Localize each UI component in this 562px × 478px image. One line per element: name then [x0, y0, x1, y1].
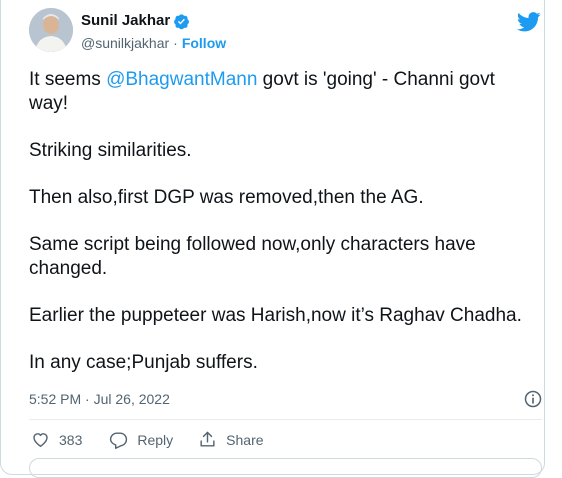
tweet-paragraph: Earlier the puppeteer was Harish,now it’…	[29, 305, 522, 326]
tweet-card: Sunil Jakhar @sunilkjakhar · Follow It see…	[0, 0, 545, 478]
tweet-paragraph: Then also,first DGP was removed,then the…	[29, 187, 424, 208]
share-label: Share	[226, 431, 264, 448]
text-prefix: It seems	[29, 69, 107, 90]
share-icon	[200, 431, 215, 447]
verified-badge-icon	[174, 14, 189, 30]
author-name[interactable]: Sunil Jakhar	[81, 12, 170, 29]
action-bar: 383 Reply Share	[31, 430, 264, 449]
author-handle[interactable]: @sunilkjakhar	[81, 35, 169, 51]
tweet-paragraph: Striking similarities.	[29, 140, 192, 161]
mention-link[interactable]: @BhagwantMann	[106, 69, 257, 90]
author-handle-line: @sunilkjakhar · Follow	[81, 35, 226, 51]
tweet-paragraph: Same script being followed now,only char…	[29, 234, 476, 279]
share-button[interactable]: Share	[198, 430, 264, 449]
info-icon[interactable]	[523, 389, 543, 409]
tweet-paragraph: It seems @BhagwantMann govt is 'going' -…	[29, 68, 534, 116]
separator-dot: ·	[173, 35, 178, 51]
like-count: 383	[59, 431, 83, 448]
read-replies-button[interactable]	[29, 458, 542, 478]
tweet-paragraph: In any case;Punjab suffers.	[29, 352, 258, 373]
reply-button[interactable]: Reply	[109, 430, 173, 449]
reply-label: Reply	[137, 431, 174, 448]
tweet-timestamp[interactable]: 5:52 PM · Jul 26, 2022	[29, 391, 170, 407]
reply-bubble-icon	[110, 432, 128, 449]
heart-icon	[33, 433, 48, 447]
like-button[interactable]: 383	[31, 430, 82, 449]
follow-link[interactable]: Follow	[182, 35, 226, 51]
twitter-bird-icon[interactable]	[517, 12, 541, 32]
avatar-portrait	[29, 8, 73, 52]
avatar[interactable]	[29, 8, 73, 52]
tweet-text: It seems @BhagwantMann govt is 'going' -…	[29, 68, 534, 398]
divider	[29, 419, 542, 420]
